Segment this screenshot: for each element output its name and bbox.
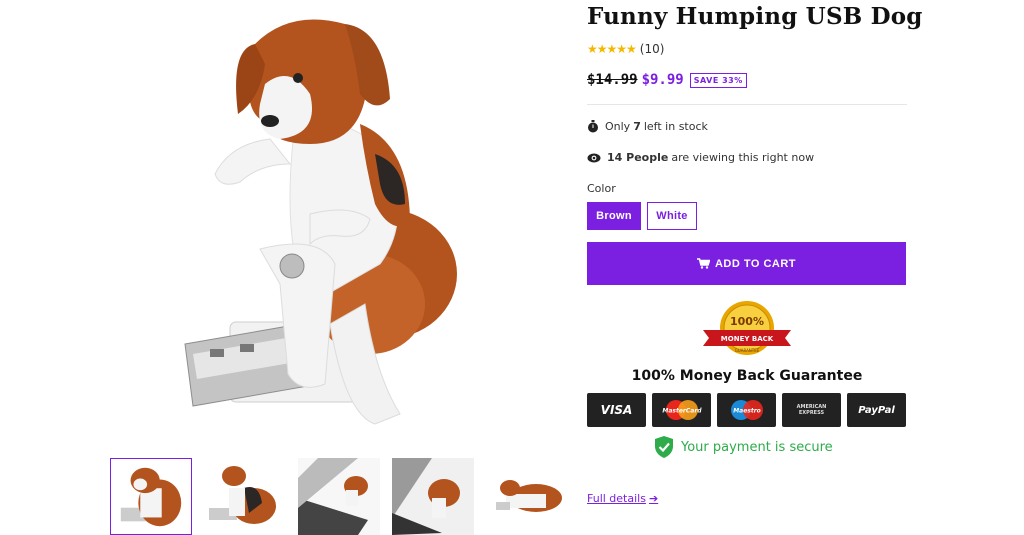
- main-product-image[interactable]: [160, 4, 460, 444]
- thumbnail-strip: [110, 458, 570, 535]
- visa-card-icon: VISA: [587, 393, 646, 427]
- mastercard-label: MasterCard: [662, 408, 702, 415]
- cart-icon: [696, 258, 710, 269]
- thumbnail-dog-laptop: [298, 458, 380, 535]
- stock-suffix: left in stock: [643, 120, 708, 133]
- seal-percent: 100%: [730, 315, 764, 328]
- color-swatch-brown[interactable]: Brown: [587, 202, 641, 230]
- price-block: $14.99 $9.99 SAVE 33%: [587, 72, 747, 88]
- color-option-label: Color: [587, 182, 616, 195]
- viewers-suffix: are viewing this right now: [671, 151, 815, 164]
- add-to-cart-label: ADD TO CART: [714, 257, 797, 270]
- amex-card-icon: AMERICAN EXPRESS: [782, 393, 841, 427]
- money-back-seal: 100% MONEY BACK GUARANTEE: [703, 301, 791, 355]
- viewers-notice: 14 People are viewing this right now: [587, 151, 814, 164]
- sale-price: $9.99: [641, 72, 684, 88]
- maestro-label: Maestro: [733, 408, 761, 415]
- guarantee-title: 100% Money Back Guarantee: [631, 368, 863, 384]
- color-swatch-white[interactable]: White: [647, 202, 697, 230]
- secure-text: Your payment is secure: [681, 439, 833, 455]
- thumbnail-1[interactable]: [110, 458, 192, 535]
- paypal-label: PayPal: [858, 404, 895, 416]
- viewers-count: 14 People: [607, 151, 669, 164]
- seal-bottom-text: GUARANTEE: [735, 348, 760, 353]
- shield-check-icon: [655, 436, 673, 458]
- full-details-label: Full details: [587, 492, 646, 505]
- mastercard-circles: MasterCard: [662, 400, 702, 420]
- thumbnail-dog-side: [209, 466, 276, 524]
- stopwatch-icon: [588, 120, 598, 133]
- thumbnail-dog-front: [120, 467, 182, 527]
- payment-cards: VISA MasterCard Maestro AMERICAN EXPRESS…: [587, 393, 907, 427]
- paypal-card-icon: PayPal: [847, 393, 906, 427]
- seal-ribbon-text: MONEY BACK: [721, 335, 774, 343]
- arrow-right-icon: ➔: [648, 492, 659, 505]
- thumbnail-dog-laptop-closeup: [392, 458, 474, 535]
- visa-label: VISA: [600, 403, 633, 417]
- mastercard-icon: MasterCard: [652, 393, 711, 427]
- rating-stars-icon: ★★★★★: [587, 42, 637, 56]
- review-count: (10): [639, 42, 665, 56]
- usb-dog-illustration: [184, 19, 457, 425]
- add-to-cart-button[interactable]: ADD TO CART: [587, 242, 906, 285]
- amex-line-2: EXPRESS: [798, 410, 825, 416]
- maestro-circles: Maestro: [730, 400, 763, 420]
- divider: [587, 104, 907, 105]
- stock-count: 7: [633, 120, 641, 133]
- save-badge: SAVE 33%: [689, 72, 747, 88]
- secure-payment-notice: Your payment is secure: [655, 436, 833, 458]
- product-rating[interactable]: ★★★★★ (10): [587, 42, 664, 56]
- stock-prefix: Only: [605, 120, 631, 133]
- stock-notice: Only 7 left in stock: [587, 120, 708, 133]
- maestro-icon: Maestro: [717, 393, 776, 427]
- thumbnail-3[interactable]: [298, 458, 380, 535]
- thumbnail-2[interactable]: [204, 458, 286, 535]
- thumbnail-4[interactable]: [392, 458, 474, 535]
- eye-icon: [587, 153, 601, 162]
- product-title: Funny Humping USB Dog: [587, 3, 923, 30]
- thumbnail-dog-lying: [496, 480, 562, 512]
- full-details-link[interactable]: Full details ➔: [587, 492, 658, 505]
- product-gallery: [0, 0, 568, 535]
- compare-at-price: $14.99: [587, 72, 638, 88]
- thumbnail-5[interactable]: [486, 458, 568, 535]
